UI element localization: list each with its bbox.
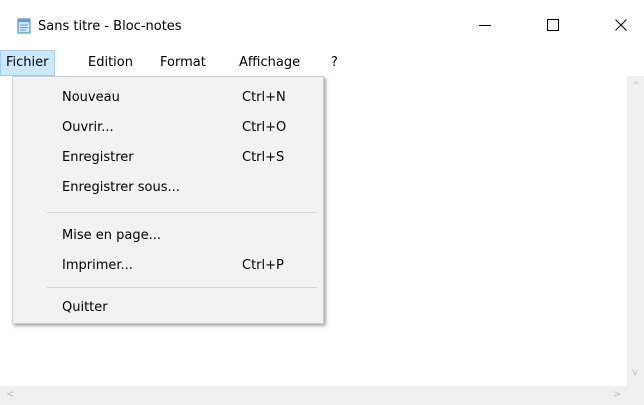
title-bar[interactable]: Sans titre - Bloc-notes [0, 0, 644, 50]
horizontal-scrollbar[interactable]: < > [0, 386, 644, 405]
menu-item-enregistrer[interactable]: Enregistrer Ctrl+S [13, 145, 323, 171]
menu-item-label: Ouvrir... [62, 120, 114, 135]
window-title: Sans titre - Bloc-notes [38, 19, 182, 34]
maximize-button[interactable] [530, 0, 576, 50]
minimize-button[interactable] [462, 0, 508, 50]
menu-item-enregistrer-sous[interactable]: Enregistrer sous... [13, 175, 323, 201]
menu-item-shortcut: Ctrl+S [242, 150, 285, 165]
menu-help[interactable]: ? [326, 50, 343, 76]
menu-affichage[interactable]: Affichage [234, 50, 305, 76]
menu-fichier[interactable]: Fichier [0, 50, 55, 76]
menu-item-label: Quitter [62, 300, 108, 315]
menu-bar: Fichier Edition Format Affichage ? [0, 50, 644, 76]
vertical-scrollbar[interactable]: ^ v [627, 76, 644, 386]
scroll-left-arrow-icon[interactable]: < [6, 390, 14, 400]
menu-item-shortcut: Ctrl+O [242, 120, 287, 135]
menu-item-shortcut: Ctrl+N [242, 90, 286, 105]
menu-item-nouveau[interactable]: Nouveau Ctrl+N [13, 85, 323, 111]
menu-item-label: Mise en page... [62, 228, 161, 243]
menu-item-imprimer[interactable]: Imprimer... Ctrl+P [13, 253, 323, 279]
menu-item-quitter[interactable]: Quitter [13, 295, 323, 321]
menu-item-label: Nouveau [62, 90, 120, 105]
maximize-icon [547, 19, 559, 31]
menu-item-label: Imprimer... [62, 258, 133, 273]
menu-item-shortcut: Ctrl+P [242, 258, 284, 273]
menu-item-ouvrir[interactable]: Ouvrir... Ctrl+O [13, 115, 323, 141]
menu-edition[interactable]: Edition [83, 50, 138, 76]
notepad-icon [16, 18, 32, 34]
scroll-up-arrow-icon[interactable]: ^ [632, 82, 640, 92]
resize-grip-icon[interactable] [627, 386, 644, 405]
minimize-icon [479, 25, 491, 26]
menu-format[interactable]: Format [155, 50, 211, 76]
menu-item-mise-en-page[interactable]: Mise en page... [13, 223, 323, 249]
scroll-down-arrow-icon[interactable]: v [632, 368, 638, 378]
scroll-right-arrow-icon[interactable]: > [613, 390, 621, 400]
close-button[interactable] [598, 0, 644, 50]
menu-item-label: Enregistrer [62, 150, 134, 165]
menu-item-label: Enregistrer sous... [62, 180, 180, 195]
close-icon [615, 19, 627, 31]
file-menu-dropdown: Nouveau Ctrl+N Ouvrir... Ctrl+O Enregist… [12, 76, 324, 324]
menu-separator [47, 212, 317, 213]
menu-separator [47, 287, 317, 288]
